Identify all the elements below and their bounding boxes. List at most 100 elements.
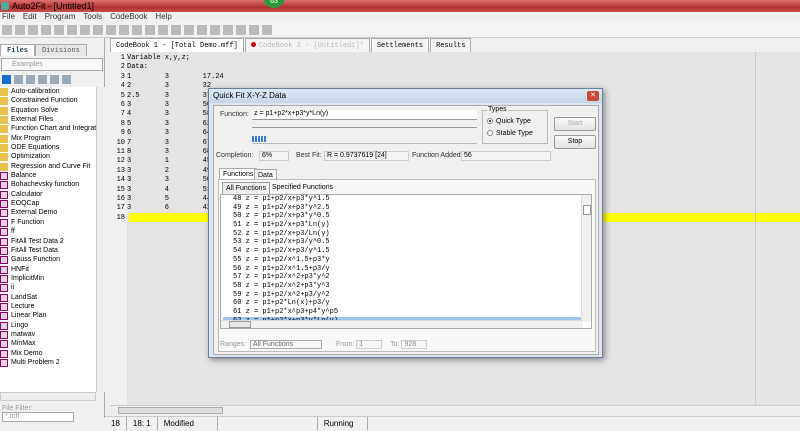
- code-line[interactable]: 18: [105, 214, 127, 223]
- tab-results[interactable]: Results: [430, 38, 472, 52]
- file-item[interactable]: Lecture: [0, 302, 96, 311]
- open-folder-icon[interactable]: [41, 25, 51, 35]
- save-icon[interactable]: [54, 25, 64, 35]
- file-item[interactable]: Auto-calibration: [0, 87, 96, 96]
- file-item[interactable]: ODE Equations: [0, 143, 96, 153]
- function-row[interactable]: 60 z = p1+p2*Ln(x)+p3/y: [223, 299, 581, 308]
- code-line[interactable]: 13 3 2 49: [105, 167, 211, 176]
- code-line[interactable]: 2 Data:: [105, 63, 148, 72]
- function-row[interactable]: 56 z = p1+p2/x^1.5+p3/y: [223, 265, 581, 274]
- file-item[interactable]: Linear Plan: [0, 311, 96, 321]
- file-item[interactable]: Regression and Curve Fit: [0, 162, 96, 171]
- function-row[interactable]: 48 z = p1+p2/x+p3*y^1.5: [223, 195, 581, 204]
- function-row[interactable]: 50 z = p1+p2/x+p3*y^0.5: [223, 212, 581, 221]
- folder-combo[interactable]: Examples: [1, 58, 103, 71]
- file-item[interactable]: LandSat: [0, 293, 96, 302]
- paste-icon[interactable]: [93, 25, 103, 35]
- function-row[interactable]: 57 z = p1+p2/x^2+p3*y^2: [223, 273, 581, 282]
- code-line[interactable]: 15 3 4 51: [105, 186, 211, 195]
- radio-quick-type[interactable]: Quick Type: [487, 118, 531, 125]
- file-item[interactable]: Multi Problem 2: [0, 358, 96, 367]
- function-row[interactable]: 51 z = p1+p2/x+p3*Ln(y): [223, 221, 581, 230]
- functions-vscrollbar[interactable]: [581, 195, 591, 322]
- tab-settlements[interactable]: Settlements: [370, 38, 430, 52]
- tree-icon[interactable]: [26, 75, 35, 84]
- functions-list[interactable]: 48 z = p1+p2/x+p3*y^1.5 49 z = p1+p2/x+p3…: [220, 194, 592, 329]
- menu-file[interactable]: File: [2, 12, 15, 22]
- functions-hscrollbar[interactable]: [221, 320, 583, 328]
- file-item[interactable]: ff: [0, 227, 96, 237]
- file-item[interactable]: ImplicitMin: [0, 274, 96, 283]
- from-input[interactable]: 1: [356, 340, 383, 349]
- file-item[interactable]: Lingo: [0, 321, 96, 330]
- code-line[interactable]: 14 3 3 50: [105, 176, 211, 185]
- copy-icon[interactable]: [80, 25, 90, 35]
- code-line[interactable]: 42 3 32: [105, 82, 211, 91]
- file-item[interactable]: MinMax: [0, 339, 96, 349]
- file-item[interactable]: FitAll Test Data 2: [0, 237, 96, 246]
- menu-edit[interactable]: Edit: [23, 12, 37, 22]
- file-list-scrollbar[interactable]: [96, 87, 105, 392]
- book-icon[interactable]: [262, 25, 272, 35]
- file-item[interactable]: matwav: [0, 330, 96, 339]
- tab-divisions[interactable]: Divisions: [35, 44, 87, 56]
- file-item[interactable]: External Demo: [0, 208, 96, 218]
- code-line[interactable]: 16 3 5 44: [105, 195, 211, 204]
- list-icon[interactable]: [38, 75, 47, 84]
- file-list-hscrollbar[interactable]: [0, 392, 96, 401]
- sort-icon[interactable]: [14, 75, 23, 84]
- settings-icon[interactable]: [210, 25, 220, 35]
- file-item[interactable]: Balance: [0, 171, 96, 181]
- function-row[interactable]: 55 z = p1+p2/x^1.5+p3*y: [223, 256, 581, 265]
- radio-stable-type[interactable]: Stable Type: [487, 130, 533, 137]
- menu-tools[interactable]: Tools: [83, 12, 102, 22]
- grid-icon[interactable]: [158, 25, 168, 35]
- file-item[interactable]: Calculator: [0, 190, 96, 199]
- file-filter-input[interactable]: *.mff: [2, 412, 74, 422]
- run-icon[interactable]: [197, 25, 207, 35]
- new-icon[interactable]: [2, 25, 12, 35]
- function-row[interactable]: 59 z = p1+p2/x^2+p3/y^2: [223, 291, 581, 300]
- file-item[interactable]: Function Chart and Integration: [0, 124, 96, 134]
- code-line[interactable]: 5 2.5 3 37: [105, 92, 211, 101]
- menu-help[interactable]: Help: [155, 12, 171, 22]
- code-line[interactable]: 17 3 6 42: [105, 204, 211, 213]
- code-line[interactable]: 11 8 3 68: [105, 148, 211, 157]
- tab-codebook-2[interactable]: CodeBook 2 - [Untitled1]*: [244, 38, 370, 52]
- file-item[interactable]: Mix Program: [0, 134, 96, 143]
- export-icon[interactable]: [184, 25, 194, 35]
- function-field[interactable]: z = p1+p2*x+p3*y*Ln(y): [252, 110, 477, 120]
- filter-icon[interactable]: [62, 75, 71, 84]
- code-line[interactable]: 96 3 64: [105, 129, 211, 138]
- file-item[interactable]: F Function: [0, 218, 96, 227]
- file-item[interactable]: Gauss Function: [0, 255, 96, 265]
- file-item[interactable]: EOQCap: [0, 199, 96, 209]
- grid-icon[interactable]: [50, 75, 59, 84]
- code-line[interactable]: 10 7 3 67: [105, 139, 211, 148]
- start-button[interactable]: Start: [554, 117, 596, 131]
- file-item[interactable]: ii: [0, 283, 96, 293]
- to-input[interactable]: 928: [401, 340, 428, 349]
- open-icon[interactable]: [15, 25, 25, 35]
- code-line[interactable]: 12 3 1 45: [105, 157, 211, 166]
- chart-icon[interactable]: [171, 25, 181, 35]
- replace-icon[interactable]: [145, 25, 155, 35]
- subtab-specified-functions[interactable]: Specified Functions: [269, 182, 336, 193]
- equals-icon[interactable]: [236, 25, 246, 35]
- code-line[interactable]: 85 3 62: [105, 120, 211, 129]
- ranges-select[interactable]: All Functions: [250, 340, 323, 349]
- function-row[interactable]: 61 z = p1+p2*x^p3+p4*y^p5: [223, 308, 581, 317]
- function-row[interactable]: 54 z = p1+p2/x+p3/y^1.5: [223, 247, 581, 256]
- cut-icon[interactable]: [67, 25, 77, 35]
- file-item[interactable]: Bohachevsky function: [0, 180, 96, 190]
- file-item[interactable]: External Files: [0, 115, 96, 125]
- file-item[interactable]: Optimization: [0, 152, 96, 162]
- code-line[interactable]: 74 3 58: [105, 110, 211, 119]
- function-row[interactable]: 53 z = p1+p2/x+p3/y^0.5: [223, 238, 581, 247]
- stop-icon[interactable]: [249, 25, 259, 35]
- undo-icon[interactable]: [106, 25, 116, 35]
- up-icon[interactable]: [2, 75, 11, 84]
- tab-codebook-1[interactable]: CodeBook 1 - [Total Demo.mff]: [110, 38, 244, 52]
- function-row[interactable]: 58 z = p1+p2/x^2+p3*y^3: [223, 282, 581, 291]
- file-item[interactable]: Mix Demo: [0, 349, 96, 358]
